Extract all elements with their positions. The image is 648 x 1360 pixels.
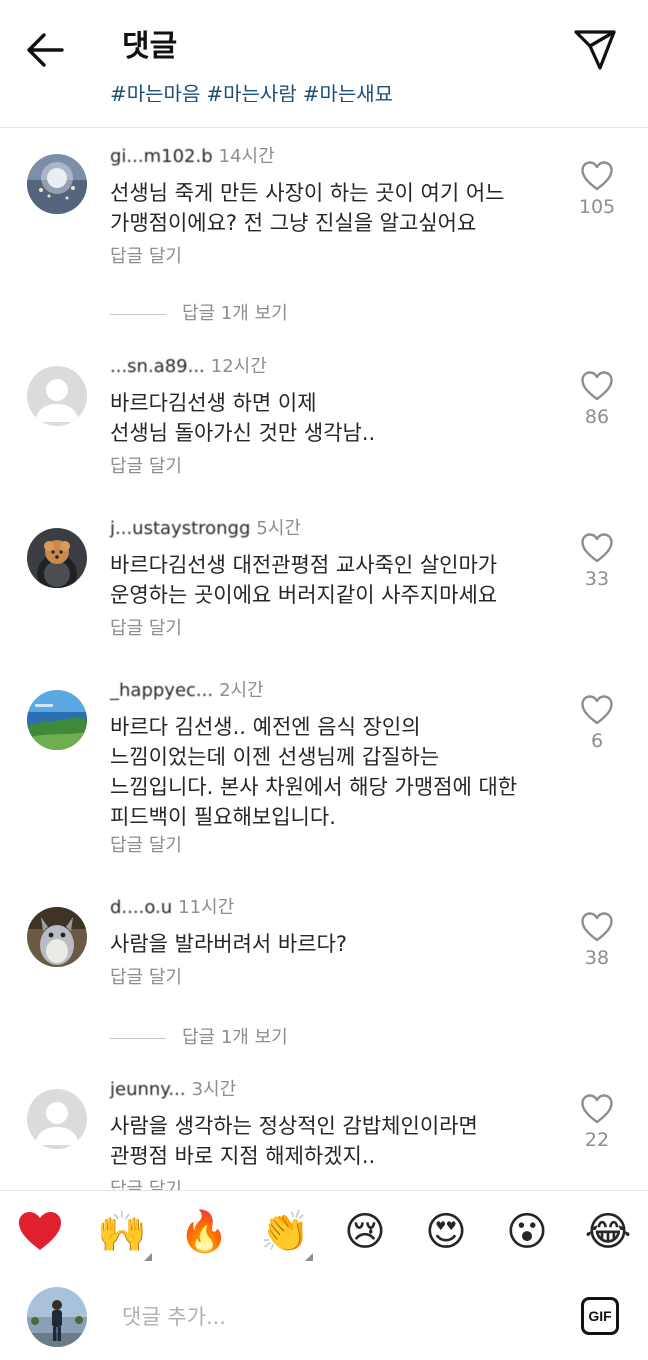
heart-icon[interactable]	[580, 911, 614, 943]
comment-username[interactable]: jeunny...	[110, 1079, 186, 1100]
like-count: 6	[590, 730, 604, 752]
comment-text-line: 가맹점이에요? 전 그냥 진실을 알고싶어요	[110, 211, 477, 235]
view-replies-label: 답글 1개 보기	[182, 1027, 288, 1048]
fire-icon[interactable]: 🔥	[179, 1208, 229, 1256]
avatar[interactable]	[27, 1089, 87, 1149]
hashtag-link[interactable]: #마는사람	[206, 82, 296, 102]
comment-text-line: 바르다김선생 하면 이제	[110, 391, 317, 415]
back-arrow-icon[interactable]	[22, 26, 70, 74]
comment-time: 12시간	[210, 356, 267, 377]
divider	[110, 313, 166, 315]
comment-username[interactable]: ...sn.a89...	[110, 356, 205, 377]
comments-list[interactable]: gi...m102.b 14시간 선생님 죽게 만든 사장이 하는 곳이 여기 어…	[0, 128, 648, 1190]
heart-icon[interactable]	[580, 532, 614, 564]
page-title: 댓글	[122, 29, 178, 64]
comment-meta: _happyec... 2시간	[110, 679, 264, 703]
heart-eyes-icon[interactable]: 😍	[422, 1208, 470, 1256]
comment-text-line: 선생님 돌아가신 것만 생각남..	[110, 421, 376, 445]
comment-text-line: 운영하는 곳이에요 버러지같이 사주지마세요	[110, 583, 498, 607]
comment-input[interactable]	[122, 1297, 542, 1337]
comment-item: j...ustaystrongg 5시간 바르다김선생 대전관평점 교사죽인 살인…	[0, 500, 648, 660]
clapping-hands-icon[interactable]: 👏	[260, 1208, 310, 1256]
share-send-icon[interactable]	[570, 24, 620, 74]
comment-username[interactable]: d....o.u	[110, 897, 172, 918]
skin-tone-indicator	[305, 1253, 313, 1261]
comment-time: 5시간	[256, 518, 301, 539]
comment-text: 사람을 생각하는 정상적인 감밥체인이라면 관평점 바로 지점 해제하겠지..	[110, 1111, 570, 1171]
reply-button[interactable]: 답글 달기	[110, 455, 182, 479]
reply-button[interactable]: 답글 달기	[110, 617, 182, 641]
like-count: 86	[584, 406, 610, 428]
comment-text: 바르다김선생 하면 이제 선생님 돌아가신 것만 생각남..	[110, 388, 570, 448]
like-count: 105	[578, 196, 616, 218]
heart-icon[interactable]	[580, 370, 614, 402]
like-count: 38	[584, 947, 610, 969]
comment-item: ...sn.a89... 12시간 바르다김선생 하면 이제 선생님 돌아가신 것…	[0, 338, 648, 498]
avatar[interactable]	[27, 154, 87, 214]
divider	[110, 1037, 166, 1039]
comment-username[interactable]: gi...m102.b	[110, 146, 213, 167]
skin-tone-indicator	[144, 1253, 152, 1261]
hashtag-link[interactable]: #마는마음	[110, 82, 200, 102]
comment-meta: d....o.u 11시간	[110, 896, 234, 920]
crying-face-icon[interactable]: 😢	[341, 1208, 389, 1256]
reply-button[interactable]: 답글 달기	[110, 245, 182, 269]
comment-text: 사람을 발라버려서 바르다?	[110, 929, 570, 959]
comment-text-line: 사람을 생각하는 정상적인 감밥체인이라면	[110, 1114, 478, 1138]
comment-text-line: 느낌입니다. 본사 차원에서 해당 가맹점에 대한	[110, 775, 518, 799]
like-count: 33	[584, 568, 610, 590]
comment-text-line: 피드백이 필요해보입니다.	[110, 805, 336, 829]
reply-button[interactable]: 답글 달기	[110, 1178, 182, 1190]
comment-username[interactable]: j...ustaystrongg	[110, 518, 250, 539]
comment-text-line: 선생님 죽게 만든 사장이 하는 곳이 여기 어느	[110, 181, 505, 205]
hashtag-link[interactable]: #마는새묘	[303, 82, 393, 102]
comment-text-line: 느낌이었는데 이젠 선생님께 갑질하는	[110, 745, 440, 769]
view-replies-label: 답글 1개 보기	[182, 303, 288, 324]
avatar[interactable]	[27, 1287, 87, 1347]
comment-time: 14시간	[218, 146, 275, 167]
avatar[interactable]	[27, 690, 87, 750]
surprised-face-icon[interactable]: 😮	[503, 1208, 551, 1256]
comment-time: 3시간	[191, 1079, 237, 1100]
avatar[interactable]	[27, 528, 87, 588]
comment-meta: gi...m102.b 14시간	[110, 145, 275, 169]
top-bar: 댓글 #마는마음 #마는사람 #마는새묘	[0, 0, 648, 128]
avatar[interactable]	[27, 907, 87, 967]
reply-button[interactable]: 답글 달기	[110, 834, 182, 858]
comment-item: jeunny... 3시간 사람을 생각하는 정상적인 감밥체인이라면 관평점 바…	[0, 1062, 648, 1190]
view-replies-button[interactable]: 답글 1개 보기	[110, 302, 288, 326]
avatar[interactable]	[27, 366, 87, 426]
emoji-quick-bar: 🙌 🔥 👏 😢 😍 😮 😂	[0, 1190, 648, 1274]
comment-item: d....o.u 11시간 사람을 발라버려서 바르다? 답글 달기 38	[0, 880, 648, 1020]
reply-button[interactable]: 답글 달기	[110, 966, 182, 990]
comment-text: 선생님 죽게 만든 사장이 하는 곳이 여기 어느 가맹점이에요? 전 그냥 진…	[110, 178, 570, 238]
comment-text-line: 바르다 김선생.. 예전엔 음식 장인의	[110, 715, 421, 739]
comment-time: 11시간	[178, 897, 235, 918]
comment-text: 바르다 김선생.. 예전엔 음식 장인의 느낌이었는데 이젠 선생님께 갑질하는…	[110, 712, 570, 832]
comment-item: gi...m102.b 14시간 선생님 죽게 만든 사장이 하는 곳이 여기 어…	[0, 128, 648, 298]
gif-button[interactable]: GIF	[581, 1297, 619, 1335]
heart-icon[interactable]	[580, 160, 614, 192]
tears-of-joy-icon[interactable]: 😂	[584, 1208, 632, 1256]
comment-text-line: 사람을 발라버려서 바르다?	[110, 932, 348, 956]
comment-composer: GIF	[0, 1273, 648, 1360]
comment-meta: ...sn.a89... 12시간	[110, 355, 267, 379]
comment-text: 바르다김선생 대전관평점 교사죽인 살인마가 운영하는 곳이에요 버러지같이 사…	[110, 550, 570, 610]
raising-hands-icon[interactable]: 🙌	[97, 1208, 147, 1256]
divider	[0, 127, 648, 128]
comment-text-line: 관평점 바로 지점 해제하겠지..	[110, 1144, 376, 1168]
post-hashtags: #마는마음 #마는사람 #마는새묘	[110, 78, 399, 102]
like-count: 22	[584, 1129, 610, 1151]
heart-icon[interactable]	[580, 694, 614, 726]
heart-icon[interactable]	[580, 1093, 614, 1125]
comment-username[interactable]: _happyec...	[110, 680, 213, 701]
comment-item: _happyec... 2시간 바르다 김선생.. 예전엔 음식 장인의 느낌이었…	[0, 662, 648, 882]
comment-meta: j...ustaystrongg 5시간	[110, 517, 301, 541]
comment-time: 2시간	[219, 680, 264, 701]
red-heart-icon[interactable]	[16, 1208, 64, 1256]
comment-text-line: 바르다김선생 대전관평점 교사죽인 살인마가	[110, 553, 498, 577]
view-replies-button[interactable]: 답글 1개 보기	[110, 1026, 288, 1050]
comment-meta: jeunny... 3시간	[110, 1078, 236, 1102]
